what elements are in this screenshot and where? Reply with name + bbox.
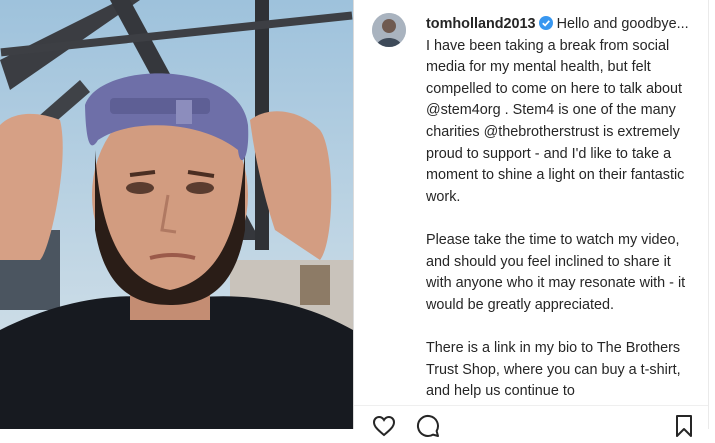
caption-paragraph-2: Please take the time to watch my video, … [426,231,686,313]
mention-link[interactable]: @stem4org [426,102,501,118]
caption-paragraph-1: tomholland2013 Hello and goodbye... I hav… [426,14,696,208]
verified-badge-icon [538,16,553,30]
bookmark-icon[interactable] [672,414,696,438]
avatar-image [372,13,406,47]
post-actions-bar [354,405,715,437]
caption-paragraph-3: There is a link in my bio to The Brother… [426,339,681,400]
avatar[interactable] [372,13,406,47]
post-details-panel: tomholland2013 Hello and goodbye... I hav… [354,0,715,437]
comment-icon[interactable] [416,414,440,438]
video-frame-image [0,0,353,429]
post-video[interactable] [0,0,353,429]
mention-link[interactable]: @thebrotherstrust [484,124,599,140]
username-link[interactable]: tomholland2013 [426,16,536,32]
heart-icon[interactable] [372,414,396,438]
post-caption: tomholland2013 Hello and goodbye... I hav… [426,14,696,424]
window-edge [708,0,715,429]
